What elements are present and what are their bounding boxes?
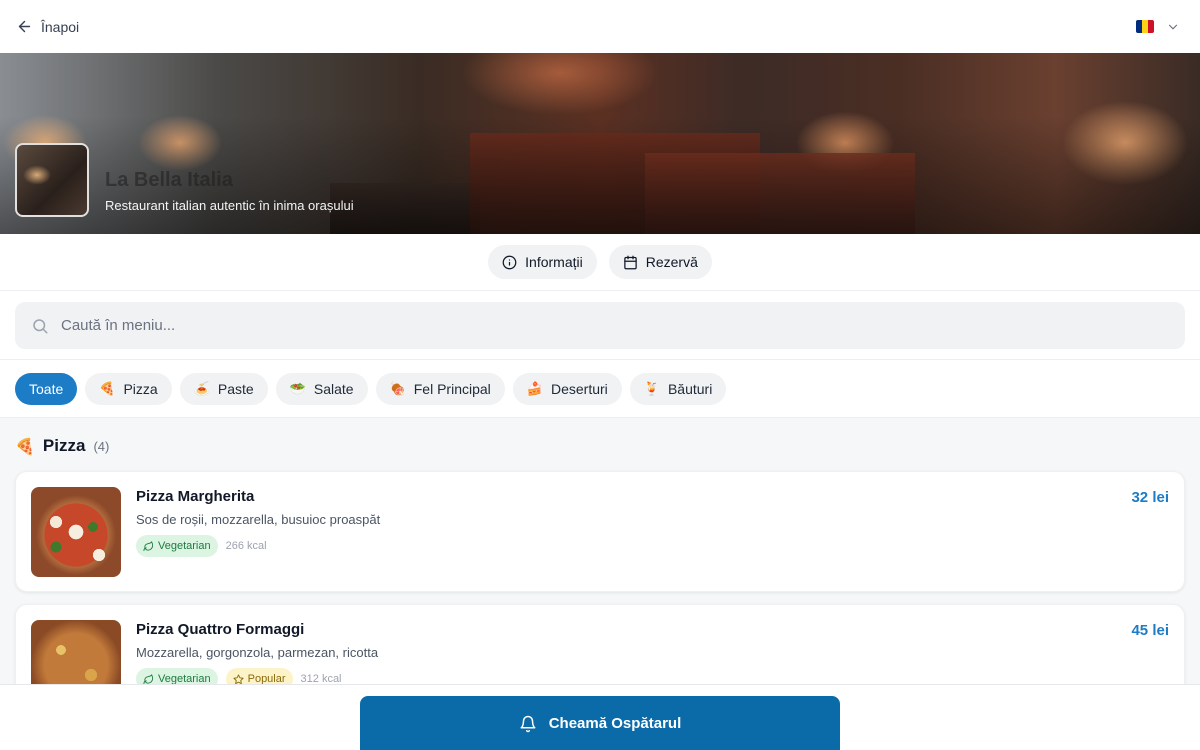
menu-item-tags: Vegetarian 266 kcal (136, 535, 267, 557)
calendar-icon (623, 255, 637, 269)
restaurant-name: La Bella Italia (105, 169, 233, 191)
category-chip-label: Fel Principal (413, 381, 491, 397)
menu-item-kcal: 266 kcal (225, 540, 267, 552)
call-waiter-button[interactable]: Cheamă Ospătarul (360, 696, 840, 750)
search-input[interactable] (61, 317, 1061, 334)
star-icon (233, 673, 244, 684)
vegetarian-badge: Vegetarian (136, 535, 218, 557)
fel-principal-icon: 🍖 (389, 381, 406, 397)
bottom-bar: Cheamă Ospătarul (0, 684, 1200, 750)
menu-item-price: 45 lei (1131, 622, 1169, 639)
deserturi-icon: 🍰 (526, 381, 543, 397)
bauturi-icon: 🍹 (643, 381, 660, 397)
arrow-left-icon (18, 20, 31, 33)
pizza-icon: 🍕 (99, 381, 116, 397)
category-chip-paste[interactable]: 🍝 Paste (179, 373, 268, 405)
language-selector[interactable] (1136, 20, 1180, 34)
back-label: Înapoi (41, 18, 80, 35)
category-filter-bar: Toate 🍕 Pizza 🍝 Paste 🥗 Salate 🍖 Fel Principal 🍰 D… (0, 360, 1200, 418)
menu-item-image (31, 487, 121, 577)
category-chip-label: Băuturi (667, 381, 713, 397)
restaurant-logo (15, 143, 89, 217)
category-chip-label: Paste (217, 381, 254, 397)
info-button[interactable]: Informații (488, 245, 597, 279)
leaf-icon (143, 673, 154, 684)
restaurant-tagline: Restaurant italian autentic în inima ora… (105, 198, 354, 213)
category-chip-label: Deserturi (550, 381, 608, 397)
salate-icon: 🥗 (289, 381, 306, 397)
category-chips: Toate 🍕 Pizza 🍝 Paste 🥗 Salate 🍖 Fel Principal 🍰 D… (15, 373, 727, 405)
section-header: 🍕 Pizza (4) (15, 436, 109, 456)
category-chip-bauturi[interactable]: 🍹 Băuturi (629, 373, 727, 405)
menu-item-name: Pizza Quattro Formaggi (136, 621, 305, 638)
category-chip-label: Pizza (123, 381, 158, 397)
section-count: (4) (93, 438, 110, 454)
info-icon (502, 255, 517, 269)
category-chip-pizza[interactable]: 🍕 Pizza (85, 373, 172, 405)
menu-item-card[interactable]: Pizza Margherita Sos de roșii, mozzarell… (15, 471, 1185, 592)
section-title: Pizza (42, 436, 86, 455)
menu-item-name: Pizza Margherita (136, 488, 255, 505)
action-bar: Informații Rezervă (0, 234, 1200, 291)
category-chip-deserturi[interactable]: 🍰 Deserturi (512, 373, 622, 405)
restaurant-banner: La Bella Italia Restaurant italian auten… (0, 53, 1200, 234)
menu-item-price: 32 lei (1131, 489, 1169, 506)
category-chip-label: Salate (313, 381, 354, 397)
category-chip-salate[interactable]: 🥗 Salate (275, 373, 368, 405)
top-bar: Înapoi (0, 0, 1200, 53)
category-chip-toate[interactable]: Toate (15, 373, 78, 405)
pizza-icon: 🍕 (15, 436, 35, 456)
search-section (0, 291, 1200, 360)
menu-item-description: Mozzarella, gorgonzola, parmezan, ricott… (136, 645, 379, 660)
search-bar[interactable] (15, 302, 1185, 349)
romania-flag-icon (1136, 20, 1154, 33)
bell-icon (520, 715, 536, 732)
reserve-button[interactable]: Rezervă (608, 245, 712, 279)
chevron-down-icon (1168, 24, 1178, 30)
leaf-icon (143, 540, 154, 551)
category-chip-label: Toate (29, 381, 64, 397)
paste-icon: 🍝 (193, 381, 210, 397)
search-icon (33, 318, 48, 333)
menu-item-description: Sos de roșii, mozzarella, busuioc proasp… (136, 512, 381, 527)
back-button[interactable]: Înapoi (16, 18, 79, 35)
category-chip-fel-principal[interactable]: 🍖 Fel Principal (375, 373, 505, 405)
